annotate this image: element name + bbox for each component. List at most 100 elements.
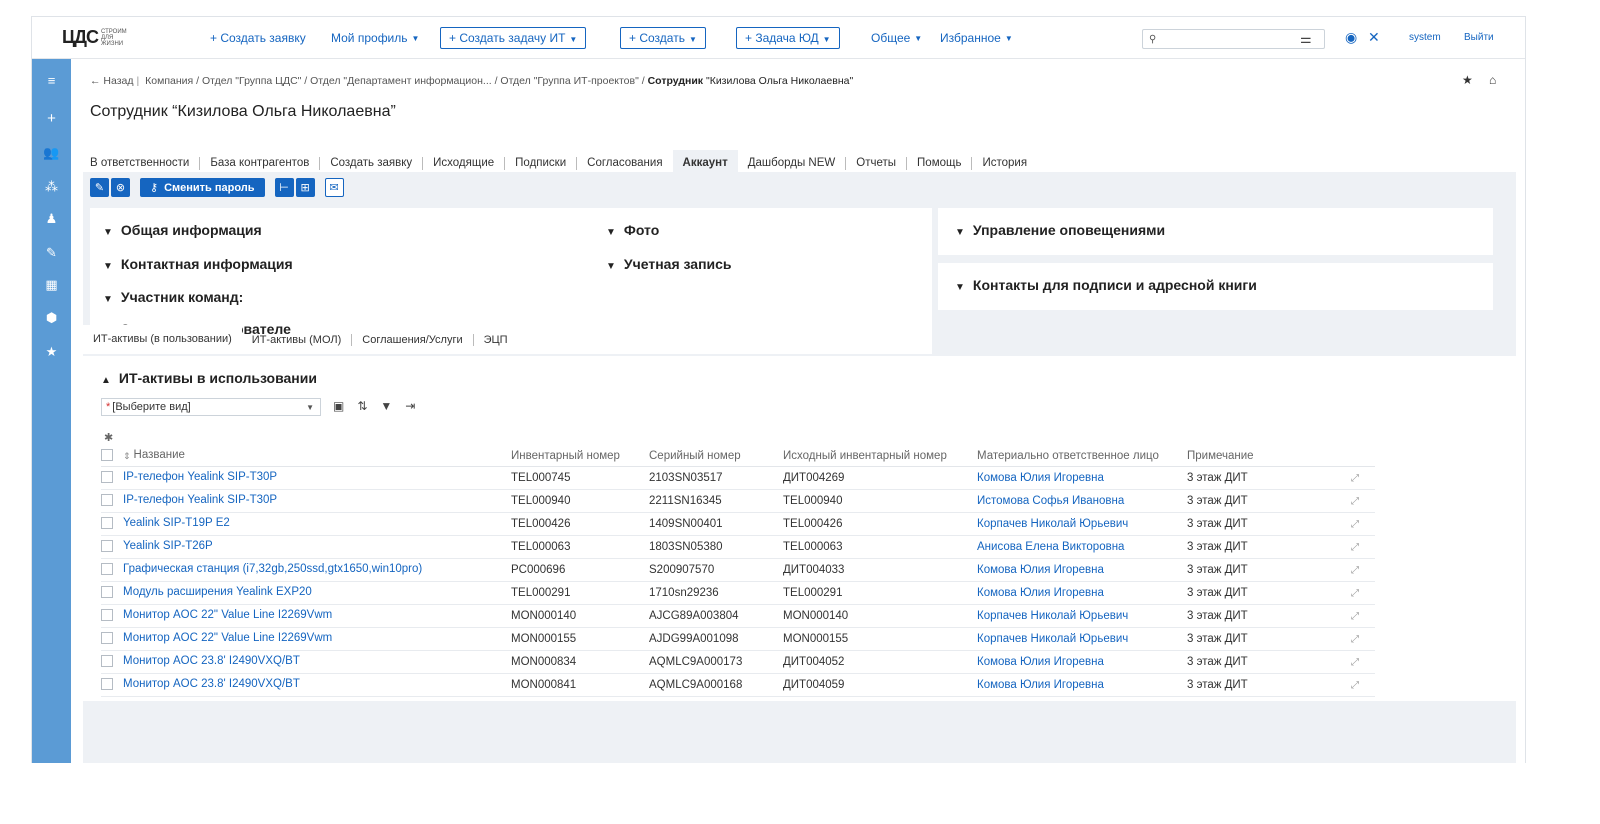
star-icon[interactable]: ★ xyxy=(32,344,71,360)
company-logo[interactable]: ЦДС СТРОИМ ДЛЯ ЖИЗНИ xyxy=(62,27,135,48)
nav-favorites[interactable]: Избранное ▼ xyxy=(940,17,1013,59)
eye-icon[interactable]: ◉ xyxy=(1345,29,1357,46)
table-row[interactable]: Монитор AOC 22" Value Line I2269Vwm MON00… xyxy=(101,604,1375,628)
subtab-agreements[interactable]: Соглашения/Услуги xyxy=(352,333,474,346)
export-icon[interactable]: ⇥ xyxy=(405,399,415,413)
cell-name[interactable]: Монитор AOC 22" Value Line I2269Vwm xyxy=(101,604,511,628)
cell-open[interactable]: ⤢ xyxy=(1351,535,1375,559)
cell-responsible[interactable]: Корпачев Николай Юрьевич xyxy=(977,627,1187,651)
open-link-icon[interactable]: ⤢ xyxy=(1351,588,1359,599)
tab-create-request[interactable]: Создать заявку xyxy=(320,157,424,170)
table-row[interactable]: Монитор AOC 22" Value Line I2269Vwm MON00… xyxy=(101,627,1375,651)
email-button[interactable]: ✉ xyxy=(324,178,344,197)
open-link-icon[interactable]: ⤢ xyxy=(1351,565,1359,576)
open-link-icon[interactable]: ⤢ xyxy=(1351,473,1359,484)
row-checkbox[interactable] xyxy=(101,471,113,484)
row-checkbox[interactable] xyxy=(101,517,113,530)
cell-responsible[interactable]: Комова Юлия Игоревна xyxy=(977,673,1187,697)
cell-name[interactable]: Модуль расширения Yealink EXP20 xyxy=(101,581,511,605)
column-responsible[interactable]: Материально ответственное лицо xyxy=(977,428,1187,467)
cell-name[interactable]: Yealink SIP-T26P xyxy=(101,535,511,559)
open-link-icon[interactable]: ⤢ xyxy=(1351,496,1359,507)
table-row[interactable]: Yealink SIP-T19P E2 TEL000426 1409SN00401 T… xyxy=(101,512,1375,536)
nav-legal-task[interactable]: + Задача ЮД ▼ xyxy=(736,17,840,59)
cell-open[interactable]: ⤢ xyxy=(1351,489,1375,513)
row-checkbox[interactable] xyxy=(101,678,113,691)
cell-name[interactable]: Графическая станция (i7,32gb,250ssd,gtx1… xyxy=(101,558,511,582)
cell-name[interactable]: Монитор AOC 23.8' I2490VXQ/BT xyxy=(101,673,511,697)
users-icon[interactable]: 👥 xyxy=(32,145,71,161)
tab-approvals[interactable]: Согласования xyxy=(577,157,672,170)
hierarchy-button[interactable]: ⊢ xyxy=(274,178,294,197)
chart-icon[interactable]: ▦ xyxy=(32,277,71,293)
back-link[interactable]: ← Назад xyxy=(90,75,134,87)
filter-icon[interactable]: ▼ xyxy=(380,399,392,413)
section-photo[interactable]: ▼ Фото xyxy=(606,222,659,238)
tab-history[interactable]: История xyxy=(972,157,1037,170)
nav-my-profile[interactable]: Мой профиль ▼ xyxy=(331,17,419,59)
logout-link[interactable]: Выйти xyxy=(1464,32,1494,43)
cell-open[interactable]: ⤢ xyxy=(1351,558,1375,582)
cell-name[interactable]: IP-телефон Yealink SIP-T30P xyxy=(101,466,511,490)
cell-responsible[interactable]: Корпачев Николай Юрьевич xyxy=(977,512,1187,536)
section-signature[interactable]: ▼ Контакты для подписи и адресной книги xyxy=(955,277,1257,293)
column-inventory[interactable]: Инвентарный номер xyxy=(511,428,649,467)
column-serial[interactable]: Серийный номер xyxy=(649,428,783,467)
menu-icon[interactable]: ≡ xyxy=(32,73,71,88)
user-name[interactable]: system xyxy=(1409,32,1441,43)
subtab-assets-mol[interactable]: ИТ-активы (МОЛ) xyxy=(242,333,353,346)
section-account[interactable]: ▼ Учетная запись xyxy=(606,256,732,272)
section-team[interactable]: ▼ Участник команд: xyxy=(103,289,243,305)
view-select[interactable]: * [Выберите вид] ▼ xyxy=(101,398,321,416)
tab-responsibility[interactable]: В ответственности xyxy=(90,157,201,170)
section-contact[interactable]: ▼ Контактная информация xyxy=(103,256,293,272)
tools-icon[interactable]: ✕ xyxy=(1368,29,1380,46)
assets-section-header[interactable]: ▲ ИТ-активы в использовании xyxy=(101,370,317,386)
cell-open[interactable]: ⤢ xyxy=(1351,581,1375,605)
table-row[interactable]: Монитор AOC 23.8' I2490VXQ/BT MON000834 AQ… xyxy=(101,650,1375,674)
cell-open[interactable]: ⤢ xyxy=(1351,673,1375,697)
table-row[interactable]: IP-телефон Yealink SIP-T30P TEL000940 2211… xyxy=(101,489,1375,513)
cell-open[interactable]: ⤢ xyxy=(1351,650,1375,674)
cell-name[interactable]: IP-телефон Yealink SIP-T30P xyxy=(101,489,511,513)
open-link-icon[interactable]: ⤢ xyxy=(1351,657,1359,668)
cell-name[interactable]: Монитор AOC 22" Value Line I2269Vwm xyxy=(101,627,511,651)
cell-responsible[interactable]: Комова Юлия Игоревна xyxy=(977,581,1187,605)
open-link-icon[interactable]: ⤢ xyxy=(1351,680,1359,691)
row-checkbox[interactable] xyxy=(101,632,113,645)
home-icon[interactable]: ⌂ xyxy=(1489,73,1496,87)
cell-open[interactable]: ⤢ xyxy=(1351,466,1375,490)
table-row[interactable]: IP-телефон Yealink SIP-T30P TEL000745 2103… xyxy=(101,466,1375,490)
save-icon[interactable]: ▣ xyxy=(333,399,344,413)
tab-contractors[interactable]: База контрагентов xyxy=(200,157,321,170)
section-notifications[interactable]: ▼ Управление оповещениями xyxy=(955,222,1165,238)
plus-icon[interactable]: + xyxy=(32,110,71,127)
cell-responsible[interactable]: Анисова Елена Викторовна xyxy=(977,535,1187,559)
change-password-button[interactable]: ⚷ Сменить пароль xyxy=(140,178,265,197)
cell-name[interactable]: Монитор AOC 23.8' I2490VXQ/BT xyxy=(101,650,511,674)
cell-responsible[interactable]: Комова Юлия Игоревна xyxy=(977,466,1187,490)
breadcrumb-path[interactable]: Компания / Отдел "Группа ЦДС" / Отдел "Д… xyxy=(145,75,645,87)
favorite-star-icon[interactable]: ★ xyxy=(1462,73,1473,87)
edit-button[interactable]: ✎ xyxy=(90,178,109,197)
gear-icon[interactable]: ✱ xyxy=(104,432,113,444)
nav-create-it-task[interactable]: + Создать задачу ИТ ▼ xyxy=(440,17,587,59)
tab-help[interactable]: Помощь xyxy=(907,157,973,170)
open-link-icon[interactable]: ⤢ xyxy=(1351,542,1359,553)
subtab-digital-signature[interactable]: ЭЦП xyxy=(474,334,518,346)
row-checkbox[interactable] xyxy=(101,586,113,599)
user-add-icon[interactable]: ♟ xyxy=(32,211,71,227)
cell-open[interactable]: ⤢ xyxy=(1351,627,1375,651)
subtab-assets-in-use[interactable]: ИТ-активы (в пользовании) xyxy=(83,325,242,354)
tab-subscriptions[interactable]: Подписки xyxy=(505,157,578,170)
table-row[interactable]: Графическая станция (i7,32gb,250ssd,gtx1… xyxy=(101,558,1375,582)
org-icon[interactable]: ⁂ xyxy=(32,179,71,195)
row-checkbox[interactable] xyxy=(101,494,113,507)
settings-icon[interactable]: ⬢ xyxy=(32,310,71,326)
add-row-button[interactable]: ⊞ xyxy=(295,178,315,197)
tasks-icon[interactable]: ✎ xyxy=(32,245,71,261)
sort-icon[interactable]: ⇅ xyxy=(357,399,367,413)
cancel-button[interactable]: ⊗ xyxy=(111,178,130,197)
cell-name[interactable]: Yealink SIP-T19P E2 xyxy=(101,512,511,536)
section-general[interactable]: ▼ Общая информация xyxy=(103,222,262,238)
